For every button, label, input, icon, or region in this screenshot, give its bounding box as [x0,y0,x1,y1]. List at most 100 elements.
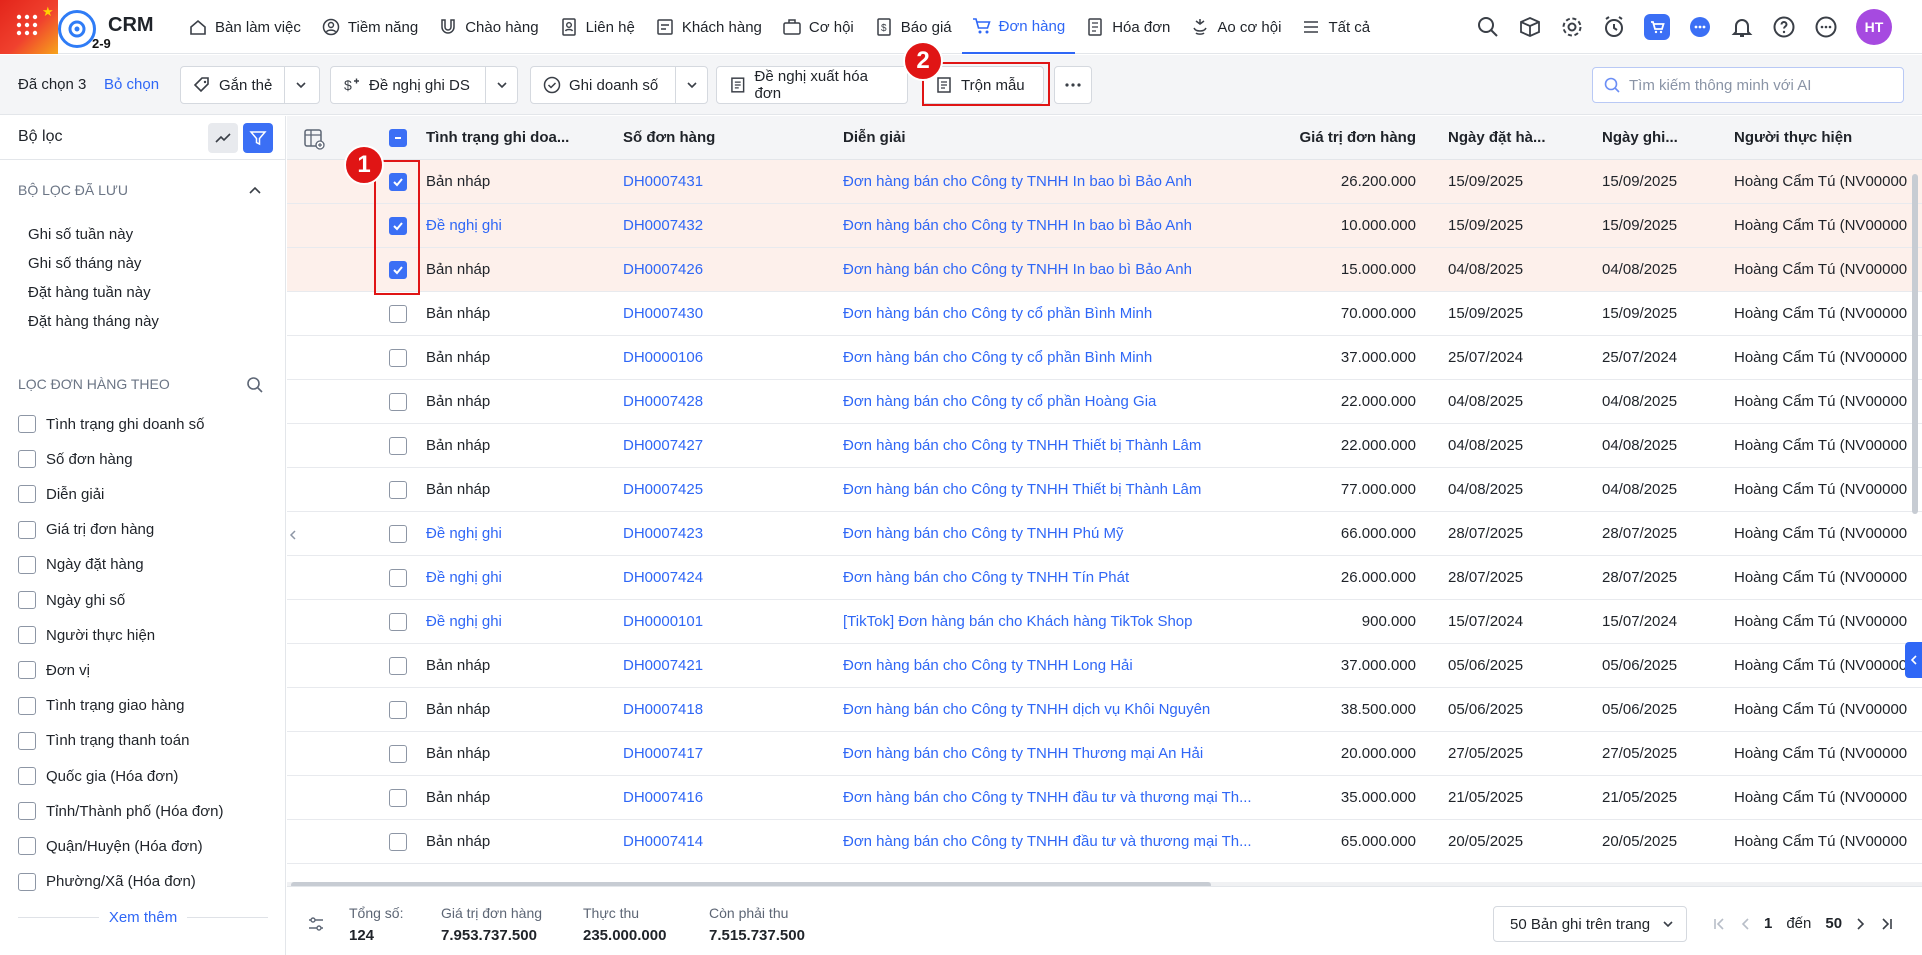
row-checkbox[interactable] [389,657,407,675]
chevron-down-icon[interactable] [485,67,517,103]
saved-filter-item[interactable]: Ghi số tuần này [28,226,133,243]
filter-checkbox[interactable] [18,767,36,785]
cell-order-number[interactable]: DH0007423 [623,525,703,542]
filter-option[interactable]: Tình trạng ghi doanh số [18,415,204,433]
cell-description[interactable]: Đơn hàng bán cho Công ty TNHH đầu tư và … [843,789,1252,806]
filter-checkbox[interactable] [18,555,36,574]
row-checkbox[interactable] [389,393,407,411]
cell-order-number[interactable]: DH0007417 [623,745,703,762]
chevron-down-icon[interactable] [284,67,316,103]
filter-option[interactable]: Giá trị đơn hàng [18,520,154,539]
app-logo[interactable]: ★ CRM 2-9 [0,0,160,54]
saved-filter-item[interactable]: Đặt hàng tuần này [28,284,151,301]
table-row[interactable]: Bản nháp DH0007417 Đơn hàng bán cho Công t… [287,732,1922,776]
propose-invoice-button[interactable]: Đề nghị xuất hóa đơn [716,66,908,104]
filter-option[interactable]: Đơn vị [18,661,90,680]
table-row[interactable]: Bản nháp DH0007427 Đơn hàng bán cho Công t… [287,424,1922,468]
nav-item-0[interactable]: Bàn làm việc [178,0,311,54]
cell-description[interactable]: Đơn hàng bán cho Công ty TNHH In bao bì … [843,173,1192,190]
nav-item-8[interactable]: Hóa đơn [1075,0,1180,54]
row-checkbox[interactable] [389,613,407,631]
table-row[interactable]: Bản nháp DH0007431 Đơn hàng bán cho Công t… [287,160,1922,204]
row-checkbox[interactable] [389,437,407,455]
cell-order-number[interactable]: DH0007428 [623,393,703,410]
nav-item-2[interactable]: Chào hàng [428,0,548,54]
row-checkbox[interactable] [389,701,407,719]
store-cart-icon[interactable] [1644,14,1670,40]
column-settings-icon[interactable] [303,128,325,150]
saved-filter-item[interactable]: Ghi số tháng này [28,255,141,272]
filter-option[interactable]: Tình trạng giao hàng [18,696,184,715]
cell-description[interactable]: Đơn hàng bán cho Công ty TNHH Tín Phát [843,569,1129,586]
filter-checkbox[interactable] [18,802,36,821]
row-checkbox[interactable] [389,481,407,499]
search-icon[interactable] [246,376,264,394]
alarm-clock-icon[interactable] [1602,15,1626,39]
cell-description[interactable]: Đơn hàng bán cho Công ty TNHH In bao bì … [843,261,1192,278]
col-record-date[interactable]: Ngày ghi... [1602,129,1678,146]
table-row[interactable]: Bản nháp DH0007414 Đơn hàng bán cho Công t… [287,820,1922,864]
col-description[interactable]: Diễn giải [843,129,906,146]
filter-checkbox[interactable] [18,731,36,750]
cell-description[interactable]: Đơn hàng bán cho Công ty TNHH Thiết bị T… [843,437,1201,454]
package-check-icon[interactable] [1518,15,1542,39]
cell-order-number[interactable]: DH0007416 [623,789,703,806]
right-panel-toggle[interactable] [1905,642,1922,678]
nav-item-7[interactable]: Đơn hàng [961,0,1076,54]
filter-checkbox[interactable] [18,591,36,609]
row-checkbox[interactable] [389,789,407,807]
cell-description[interactable]: Đơn hàng bán cho Công ty cổ phần Bình Mi… [843,349,1152,366]
cell-status[interactable]: Đề nghị ghi [426,525,502,542]
last-page-icon[interactable] [1880,917,1894,931]
cell-order-number[interactable]: DH0007424 [623,569,703,586]
filter-checkbox[interactable] [18,626,36,645]
cell-description[interactable]: Đơn hàng bán cho Công ty TNHH Thiết bị T… [843,481,1201,498]
nav-item-4[interactable]: Khách hàng [645,0,772,54]
cell-status[interactable]: Đề nghị ghi [426,613,502,630]
show-more-filters[interactable]: Xem thêm [18,909,269,926]
bell-icon[interactable] [1730,15,1754,39]
table-row[interactable]: Đề nghị ghi DH0000101 [TikTok] Đơn hàng bá… [287,600,1922,644]
user-avatar[interactable]: HT [1856,9,1892,45]
table-row[interactable]: Đề nghị ghi DH0007423 Đơn hàng bán cho Côn… [287,512,1922,556]
cell-status[interactable]: Đề nghị ghi [426,569,502,586]
cell-order-number[interactable]: DH0007430 [623,305,703,322]
nav-item-9[interactable]: Ao cơ hội [1180,0,1291,54]
table-row[interactable]: Bản nháp DH0007418 Đơn hàng bán cho Công t… [287,688,1922,732]
search-icon[interactable] [1476,15,1500,39]
cell-description[interactable]: Đơn hàng bán cho Công ty TNHH Phú Mỹ [843,525,1124,542]
filter-option[interactable]: Quận/Huyện (Hóa đơn) [18,837,203,856]
filter-option[interactable]: Diễn giải [18,485,104,504]
filter-option[interactable]: Ngày đặt hàng [18,555,144,574]
table-row[interactable]: Bản nháp DH0000106 Đơn hàng bán cho Công t… [287,336,1922,380]
col-order-date[interactable]: Ngày đặt hà... [1448,129,1546,146]
filter-option[interactable]: Quốc gia (Hóa đơn) [18,767,178,785]
cell-order-number[interactable]: DH0000101 [623,613,703,630]
filter-option[interactable]: Tình trạng thanh toán [18,731,189,750]
more-actions-button[interactable] [1054,66,1092,104]
cell-order-number[interactable]: DH0000106 [623,349,703,366]
row-checkbox[interactable] [389,305,407,323]
chat-icon[interactable] [1688,15,1712,39]
filter-checkbox[interactable] [18,872,36,891]
filter-checkbox[interactable] [18,696,36,715]
record-sales-button[interactable]: Ghi doanh số [530,66,708,104]
cell-order-number[interactable]: DH0007432 [623,217,703,234]
filter-checkbox[interactable] [18,415,36,433]
col-status[interactable]: Tình trạng ghi doa... [426,129,569,146]
nav-item-3[interactable]: Liên hệ [549,0,645,54]
cell-order-number[interactable]: DH0007414 [623,833,703,850]
trend-chart-button[interactable] [208,123,238,153]
filter-option[interactable]: Số đơn hàng [18,450,133,469]
ai-search-input[interactable]: Tìm kiếm thông minh với AI [1592,67,1904,103]
chevron-down-icon[interactable] [675,67,707,103]
table-row[interactable]: Bản nháp DH0007428 Đơn hàng bán cho Công t… [287,380,1922,424]
table-row[interactable]: Bản nháp DH0007425 Đơn hàng bán cho Công t… [287,468,1922,512]
nav-item-1[interactable]: Tiềm năng [311,0,428,54]
next-page-icon[interactable] [1856,917,1866,931]
row-checkbox[interactable] [389,833,407,851]
deselect-link[interactable]: Bỏ chọn [104,76,159,93]
prev-page-icon[interactable] [1740,917,1750,931]
chevron-up-icon[interactable] [248,184,262,196]
cell-order-number[interactable]: DH0007425 [623,481,703,498]
